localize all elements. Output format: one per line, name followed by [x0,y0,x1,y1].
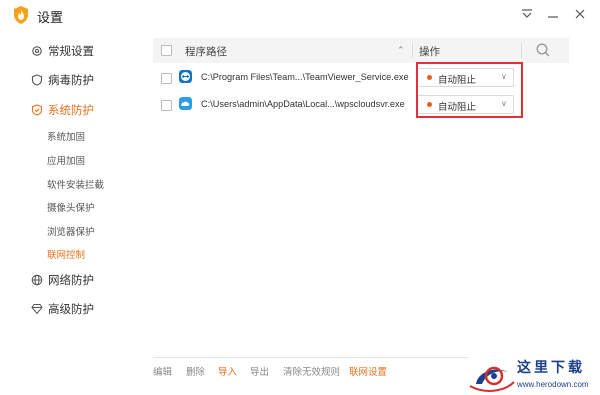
globe-icon [31,274,43,286]
sort-chevron-up-icon[interactable]: ⌃ [397,45,405,56]
network-settings-button[interactable]: 联网设置 [349,364,387,378]
sidebar-item-system[interactable]: 系统防护 [0,98,124,122]
minimize-icon[interactable] [545,6,561,22]
sub-item-install-block[interactable]: 软件安装拦截 [47,177,104,191]
column-divider [521,43,522,58]
sub-item-app-hardening[interactable]: 应用加固 [47,153,85,167]
column-header-path[interactable]: 程序路径 [185,44,227,59]
sidebar-item-network[interactable]: 网络防护 [0,268,124,292]
column-divider [412,43,413,58]
watermark-title: 这里下载 [517,360,585,376]
shield-flame-logo [14,6,28,24]
sidebar-item-label: 网络防护 [48,275,94,287]
edit-button[interactable]: 编辑 [153,364,172,378]
sub-item-camera-protect[interactable]: 摄像头保护 [47,200,95,214]
select-all-checkbox[interactable] [161,45,172,56]
divider [153,357,468,358]
program-path: C:\Program Files\Team...\TeamViewer_Serv… [201,72,409,82]
sidebar: 常规设置 病毒防护 系统防护 系统加固 应用加固 软件安装拦截 摄像头保护 浏览… [0,30,124,395]
sidebar-item-label: 高级防护 [48,304,94,316]
diamond-icon [31,303,43,315]
sidebar-item-label: 系统防护 [48,105,94,117]
column-header-operation: 操作 [419,46,440,58]
sidebar-item-label: 常规设置 [48,46,94,58]
shield-icon [31,74,43,86]
watermark-url: www.herodown.com [517,380,589,389]
sidebar-item-label: 病毒防护 [48,75,94,87]
sidebar-item-advanced[interactable]: 高级防护 [0,297,124,321]
program-path: C:\Users\admin\AppData\Local...\wpscloud… [201,99,405,109]
sidebar-item-virus[interactable]: 病毒防护 [0,68,124,92]
menu-icon[interactable] [519,6,535,22]
teamviewer-icon [179,70,192,83]
title-bar: 设置 [0,0,600,30]
row-checkbox[interactable] [161,100,172,111]
sub-item-browser-protect[interactable]: 浏览器保护 [47,224,95,238]
clear-invalid-rules-button[interactable]: 清除无效规则 [283,364,340,378]
shield-check-icon [31,104,43,116]
delete-button[interactable]: 删除 [186,364,205,378]
row-checkbox[interactable] [161,73,172,84]
gear-icon [31,45,43,57]
close-icon[interactable] [572,6,588,22]
search-icon[interactable] [535,42,551,58]
highlight-box [416,62,523,118]
sub-item-network-control[interactable]: 联网控制 [47,247,85,261]
export-button[interactable]: 导出 [250,364,269,378]
window-title: 设置 [37,10,64,25]
sidebar-item-general[interactable]: 常规设置 [0,39,124,63]
table-header: 程序路径 ⌃ 操作 [153,38,569,63]
import-button[interactable]: 导入 [218,364,237,378]
sub-item-system-hardening[interactable]: 系统加固 [47,129,85,143]
wps-cloud-icon [179,97,192,110]
